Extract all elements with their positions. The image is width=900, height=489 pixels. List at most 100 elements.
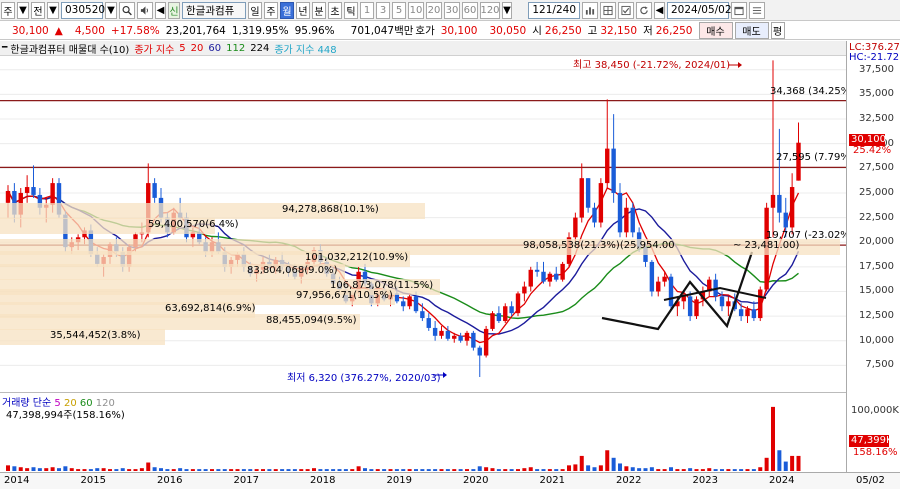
volume-tag-pct: 158.16% [853,447,898,458]
volume-value: 23,201,764 [165,24,226,37]
period-month[interactable]: 월 [280,1,294,19]
interval-120[interactable]: 120 [480,1,500,19]
market-type-button[interactable]: 전 [31,1,45,19]
grid-icon[interactable] [600,1,616,19]
calendar-icon[interactable] [731,1,747,19]
volume-bar [694,469,699,471]
volume-bar [210,469,214,471]
volume-bar [758,467,763,471]
volume-bar [388,469,393,471]
volume-bar [394,469,399,471]
chart-legend: ━ 한글과컴퓨터 매물대 수(10) 종가 지수 5 20 60 112 224… [0,41,846,56]
legend-ma-224: 224 [250,42,270,54]
y-axis-tick: 32,500 [859,113,894,125]
candle-body [5,190,11,203]
volume-panel[interactable]: 거래량 단순 5 20 60 120 47,398,994주(158.16%) [0,392,846,472]
volume-bar [292,469,297,471]
volume-bar [528,467,533,471]
interval-dropdown[interactable]: ▼ [502,1,512,19]
y-axis-tick: 20,000 [859,236,894,248]
volume-bar [108,469,112,471]
bar-chart-icon[interactable] [582,1,598,19]
volume-bar [159,468,163,471]
period-year[interactable]: 년 [296,1,310,19]
interval-3[interactable]: 3 [376,1,390,19]
volume-bar [337,469,342,471]
volume-bar [133,469,138,471]
count-field[interactable]: 121/240 [528,1,580,19]
code-dropdown-icon[interactable]: ▼ [105,1,117,19]
volume-bar [681,469,686,471]
volume-bar [356,466,361,471]
volume-bar [567,465,571,471]
price-change-pct: +17.58% [110,24,160,37]
collapse-icon[interactable]: ━ [2,43,7,53]
candle-body [573,217,578,238]
volume-bar [420,469,425,471]
volume-bar [458,469,463,471]
interval-1[interactable]: 1 [360,1,374,19]
x-axis-tick: 2014 [4,475,30,486]
volume-bar [796,455,801,471]
interval-30[interactable]: 30 [444,1,460,19]
menu-button[interactable]: 주 [1,1,15,19]
period-second[interactable]: 초 [328,1,342,19]
volume-bar [611,457,616,471]
candle-body [534,269,540,272]
refresh-icon[interactable] [636,1,652,19]
price-tag-pct: 25.42% [853,145,892,156]
volume-bar [675,469,680,471]
volume-bar [592,467,597,471]
volume-bar [490,468,495,471]
interval-10[interactable]: 10 [408,1,424,19]
candle-body [394,293,400,302]
search-icon[interactable] [119,1,135,19]
period-minute[interactable]: 분 [312,1,326,19]
menu-dropdown[interactable]: ▼ [17,1,29,19]
volume-bar [184,469,189,471]
stock-code-input[interactable]: 030520 [61,1,105,19]
y-axis-tick: 25,000 [859,186,894,198]
volume-chart-svg[interactable] [0,393,846,473]
date-field[interactable]: 2024/05/02 [667,1,732,19]
candle-body [420,311,425,319]
checkbox-icon[interactable] [618,1,634,19]
volume-bar [445,469,450,471]
volume-bar [363,468,367,471]
period-day[interactable]: 일 [248,1,262,19]
candle-body [401,301,406,307]
market-type-dropdown[interactable]: ▼ [47,1,59,19]
prev-stock-button[interactable]: ◀ [155,1,166,19]
volume-bar [375,469,380,471]
candle-body [694,299,699,317]
evaluate-button[interactable]: 평 [770,22,785,39]
price-chart[interactable]: 94,278,868(10.1%) 59,400,570(6.4%) 98,058,… [0,56,854,390]
candle-body [681,296,686,302]
volume-bar [484,467,489,471]
sell-button[interactable]: 매도 [734,22,769,39]
volume-bar [764,457,769,471]
buy-button[interactable]: 매수 [698,22,733,39]
speaker-icon[interactable] [137,1,153,19]
interval-20[interactable]: 20 [426,1,442,19]
volume-ratio: 1,319.95% [231,24,289,37]
legend-title: 한글과컴퓨터 매물대 수(10) [10,44,130,56]
volume-profile-label: 94,278,868(10.1%) [282,203,379,215]
volume-bar [496,469,501,471]
volume-bar [643,468,648,471]
period-tick[interactable]: 틱 [344,1,358,19]
volume-bar [713,469,718,471]
candle-body [758,289,763,319]
interval-60[interactable]: 60 [462,1,478,19]
volume-bar [503,469,508,471]
volume-profile-label: 35,544,452(3.8%) [50,329,141,341]
period-week[interactable]: 주 [264,1,278,19]
volume-bar [407,469,412,471]
x-axis-tick: 2019 [386,475,412,486]
volume-bar [139,468,144,471]
prev-date-button[interactable]: ◀ [654,1,665,19]
volume-bar [465,469,469,471]
interval-5[interactable]: 5 [392,1,406,19]
y-axis-tick: 12,500 [859,310,894,322]
list-icon[interactable] [749,1,765,19]
